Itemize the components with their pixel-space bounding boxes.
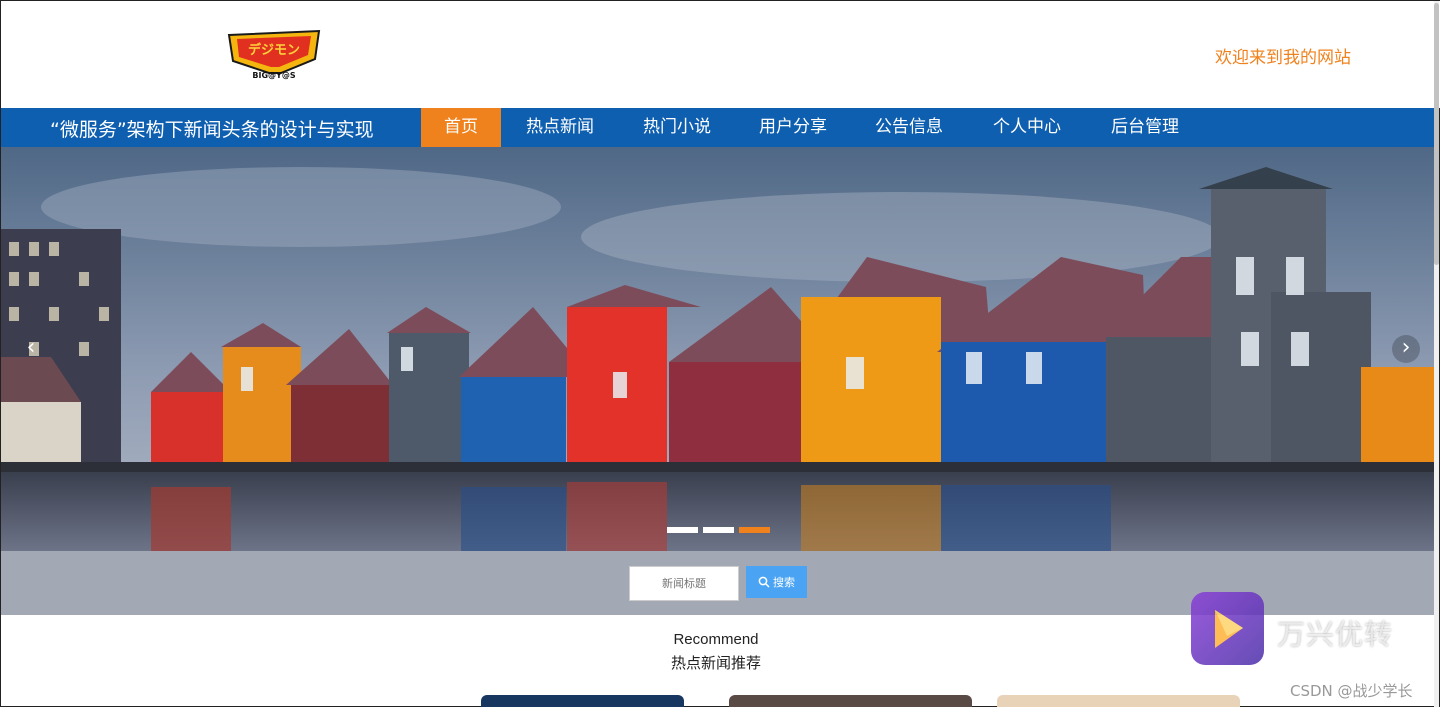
- news-card-1[interactable]: [481, 695, 684, 707]
- nav-menu: 首页 热点新闻 热门小说 用户分享 公告信息 个人中心 后台管理: [421, 108, 1203, 147]
- search-button[interactable]: 搜索: [746, 566, 807, 598]
- carousel-indicator-3[interactable]: [739, 527, 770, 533]
- top-header: デジモン BIG@Y@S 欢迎来到我的网站: [1, 1, 1440, 108]
- wondershare-logo-icon: [1191, 592, 1264, 665]
- news-card-3[interactable]: [997, 695, 1240, 707]
- nav-item-user-share[interactable]: 用户分享: [735, 108, 851, 147]
- site-title: “微服务”架构下新闻头条的设计与实现: [50, 119, 374, 141]
- carousel-indicator-1[interactable]: [667, 527, 698, 533]
- svg-text:デジモン: デジモン: [248, 42, 300, 58]
- carousel-indicators: [667, 527, 770, 533]
- hero-carousel[interactable]: ‹ ›: [1, 147, 1436, 551]
- search-icon: [758, 576, 770, 588]
- main-navbar: “微服务”架构下新闻头条的设计与实现 首页 热点新闻 热门小说 用户分享 公告信…: [1, 108, 1436, 147]
- svg-text:BIG@Y@S: BIG@Y@S: [252, 71, 295, 80]
- nav-item-hot-news[interactable]: 热点新闻: [501, 108, 619, 147]
- news-card-2[interactable]: [729, 695, 972, 707]
- news-title-search-input[interactable]: [629, 566, 739, 601]
- watermark-credit: CSDN @战少学长: [1290, 682, 1413, 700]
- page-scrollbar[interactable]: [1434, 1, 1439, 707]
- carousel-slide-image: [1, 147, 1436, 551]
- nav-item-home[interactable]: 首页: [421, 108, 501, 147]
- nav-item-popular-novels[interactable]: 热门小说: [619, 108, 735, 147]
- search-button-label: 搜索: [773, 576, 795, 589]
- site-logo[interactable]: デジモン BIG@Y@S: [223, 29, 325, 81]
- nav-item-announcements[interactable]: 公告信息: [851, 108, 967, 147]
- nav-item-personal-center[interactable]: 个人中心: [967, 108, 1087, 147]
- carousel-prev-icon[interactable]: ‹: [17, 335, 45, 363]
- nav-item-admin[interactable]: 后台管理: [1087, 108, 1203, 147]
- carousel-next-icon[interactable]: ›: [1392, 335, 1420, 363]
- scrollbar-thumb[interactable]: [1434, 3, 1439, 265]
- carousel-indicator-2[interactable]: [703, 527, 734, 533]
- watermark-app-name: 万兴优转: [1277, 618, 1394, 651]
- welcome-text: 欢迎来到我的网站: [1215, 48, 1351, 68]
